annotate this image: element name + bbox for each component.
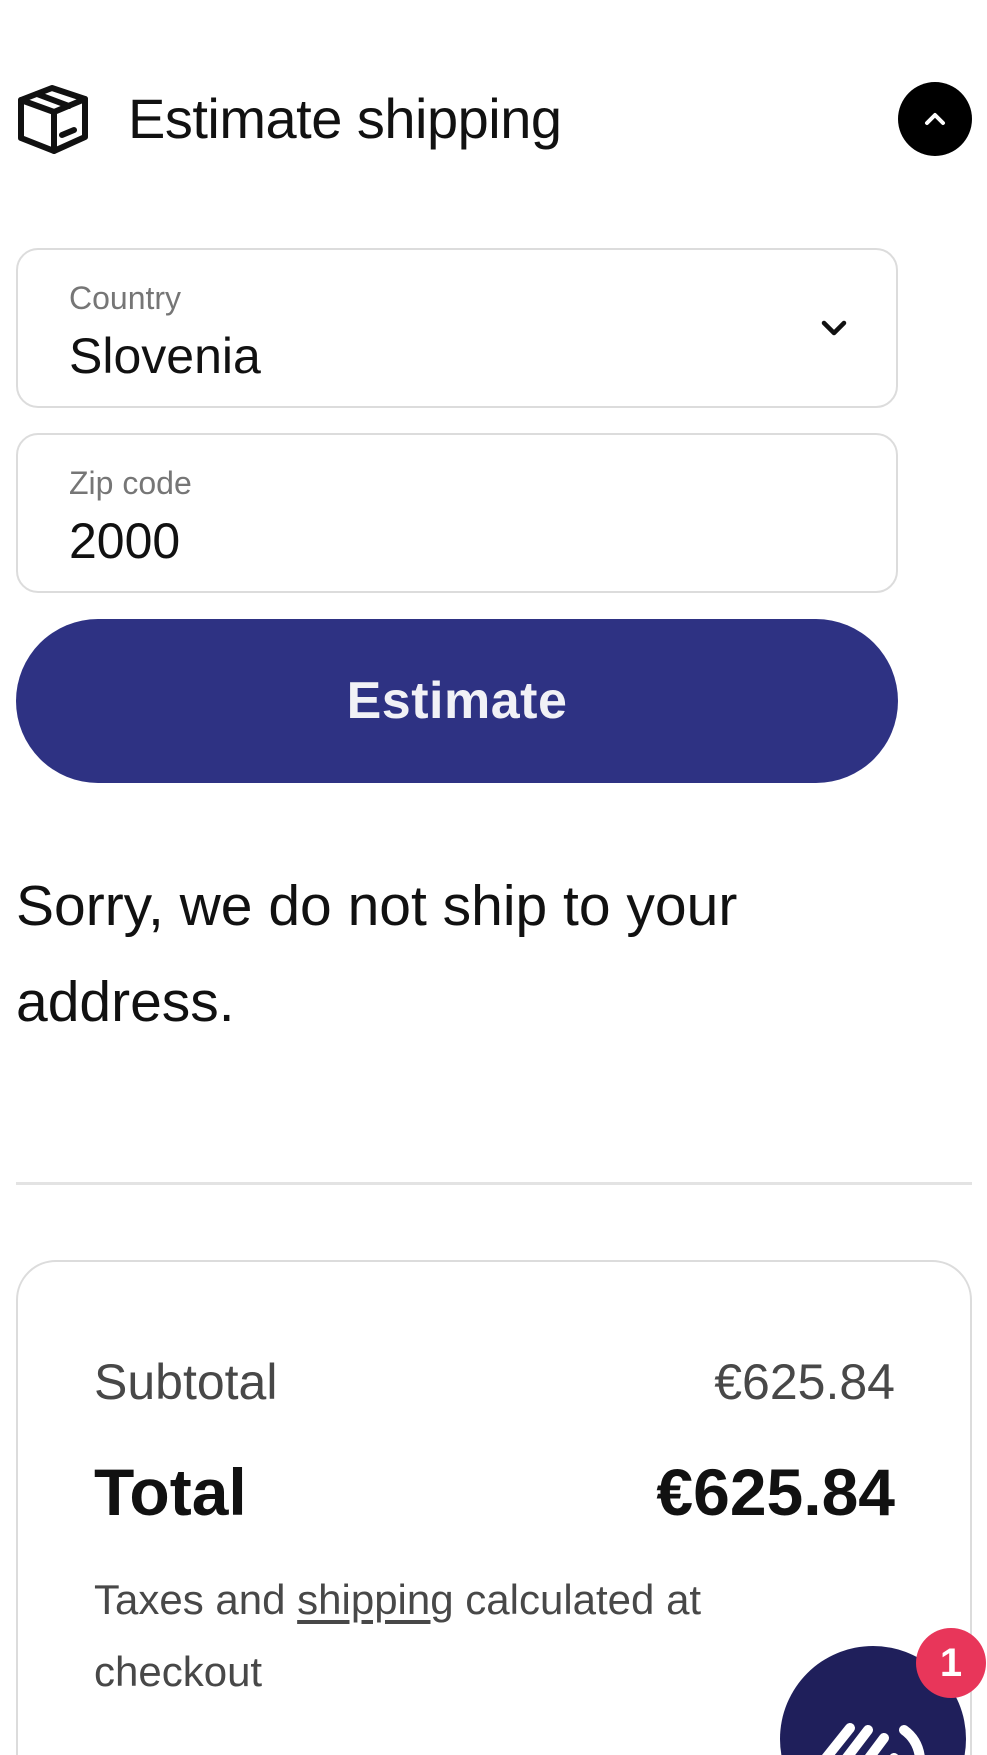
shipping-policy-link[interactable]: shipping bbox=[297, 1576, 453, 1623]
country-select[interactable]: Country Slovenia bbox=[16, 248, 898, 408]
country-value: Slovenia bbox=[69, 328, 261, 384]
cart-page: Estimate shipping Country Slovenia Zip c… bbox=[0, 0, 987, 1755]
country-label: Country bbox=[69, 280, 182, 316]
total-row: Total €625.84 bbox=[94, 1450, 895, 1534]
zip-code-label: Zip code bbox=[69, 465, 192, 501]
shipping-error-message: Sorry, we do not ship to your address. bbox=[16, 874, 738, 1034]
collapse-toggle-button[interactable] bbox=[898, 82, 972, 156]
total-label: Total bbox=[94, 1455, 247, 1529]
estimate-button[interactable]: Estimate bbox=[16, 619, 898, 783]
chevron-up-icon bbox=[925, 113, 945, 125]
package-icon bbox=[18, 85, 88, 154]
subtotal-label: Subtotal bbox=[94, 1354, 278, 1410]
taxes-note-prefix: Taxes and bbox=[94, 1576, 298, 1623]
zip-code-value: 2000 bbox=[69, 513, 181, 569]
estimate-shipping-header[interactable]: Estimate shipping bbox=[16, 82, 972, 158]
total-value: €625.84 bbox=[656, 1455, 895, 1529]
page-title: Estimate shipping bbox=[128, 87, 562, 150]
chat-notification-badge: 1 bbox=[916, 1628, 986, 1698]
divider bbox=[16, 1182, 972, 1185]
subtotal-value: €625.84 bbox=[714, 1354, 895, 1410]
zip-code-field[interactable]: Zip code 2000 bbox=[16, 433, 898, 593]
taxes-note: Taxes and shipping calculated at checkou… bbox=[94, 1564, 874, 1708]
chevron-down-icon bbox=[821, 320, 847, 336]
subtotal-row: Subtotal €625.84 bbox=[94, 1350, 895, 1414]
